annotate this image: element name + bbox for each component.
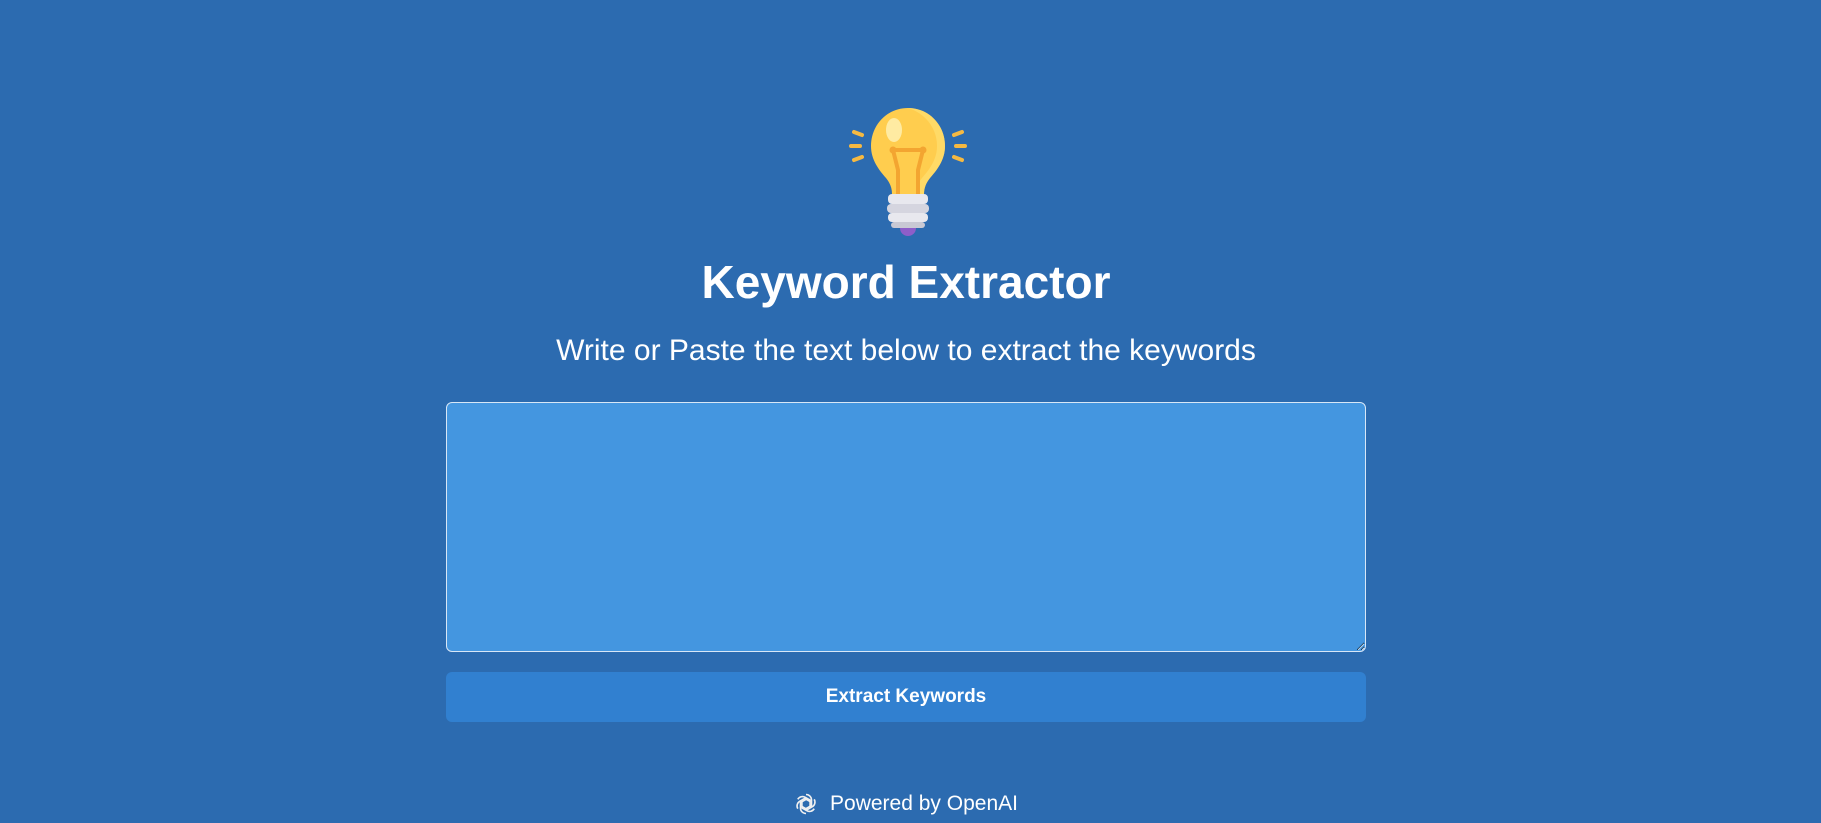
footer-text: Powered by OpenAI <box>830 792 1018 815</box>
page-title: Keyword Extractor <box>701 256 1111 308</box>
extract-keywords-button[interactable]: Extract Keywords <box>446 672 1366 722</box>
openai-logo-icon <box>796 793 816 815</box>
footer: Powered by OpenAI <box>0 790 1812 818</box>
text-input[interactable] <box>446 402 1366 652</box>
page-subtitle: Write or Paste the text below to extract… <box>556 334 1256 367</box>
lightbulb-icon <box>849 108 967 236</box>
